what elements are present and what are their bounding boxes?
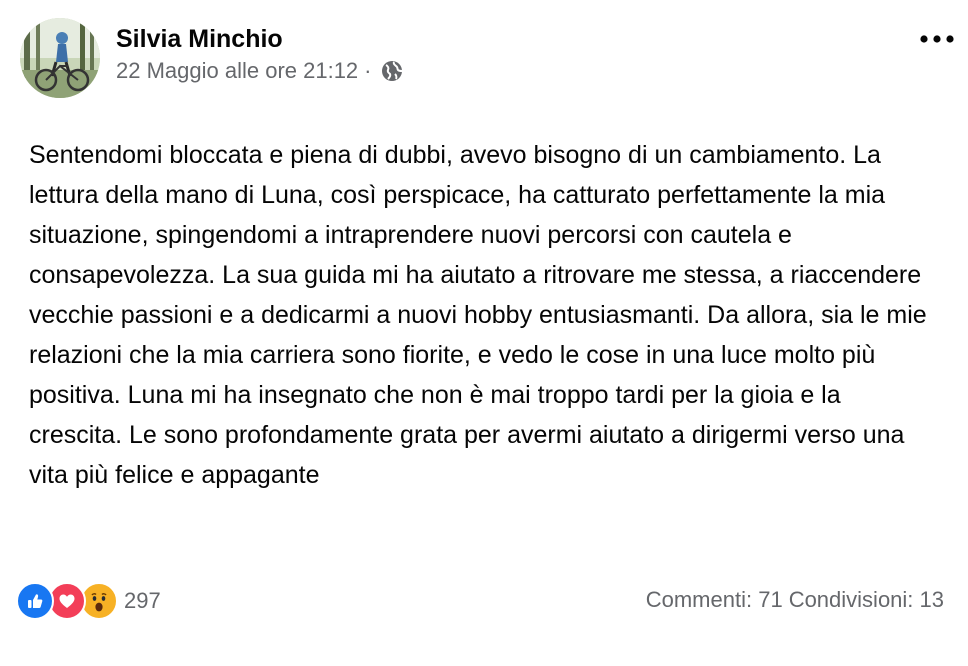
author-name[interactable]: Silvia Minchio xyxy=(116,25,283,54)
post-stats: Commenti: 71 Condivisioni: 13 xyxy=(646,587,944,613)
shares-count[interactable]: Condivisioni: 13 xyxy=(789,587,944,613)
like-icon xyxy=(16,582,54,620)
avatar-photo xyxy=(20,18,100,98)
post-timestamp[interactable]: 22 Maggio alle ore 21:12 xyxy=(116,58,358,84)
meta-separator: · xyxy=(364,58,372,83)
avatar[interactable] xyxy=(20,18,100,98)
reaction-count[interactable]: 297 xyxy=(124,588,161,614)
more-options-icon[interactable] xyxy=(917,26,957,52)
reactions-summary[interactable]: 297 xyxy=(16,582,161,620)
post-text: Sentendomi bloccata e piena di dubbi, av… xyxy=(29,141,927,489)
post-card: Silvia Minchio 22 Maggio alle ore 21:12 … xyxy=(0,0,968,666)
post-meta: 22 Maggio alle ore 21:12 · xyxy=(116,58,404,84)
globe-icon[interactable] xyxy=(380,59,404,83)
comments-count[interactable]: Commenti: 71 xyxy=(646,587,783,613)
